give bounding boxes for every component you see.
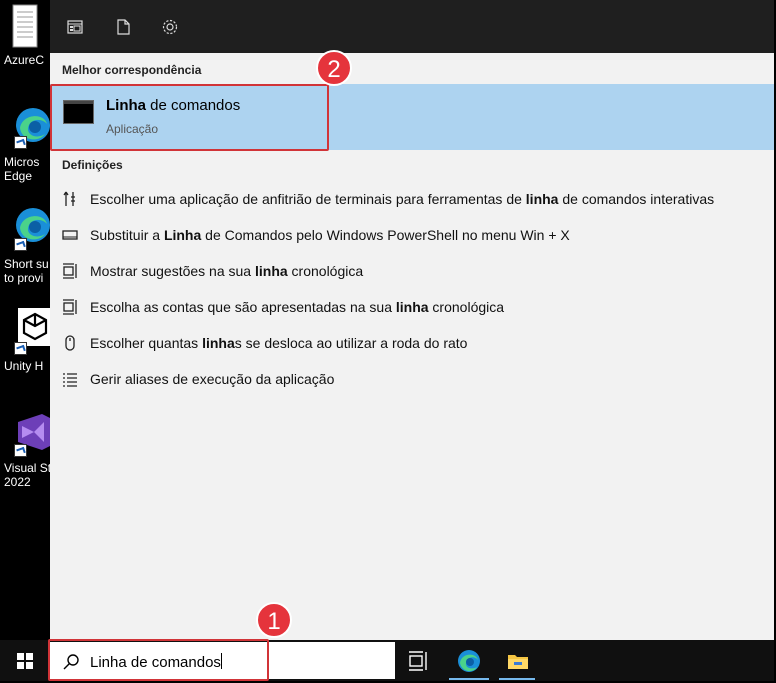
search-top-bar	[50, 0, 774, 53]
settings-item-text: Escolher quantas linhas se desloca ao ut…	[90, 335, 467, 351]
windows-start-icon[interactable]	[16, 652, 34, 670]
text-post: cronológica	[287, 263, 364, 279]
text-pre: Escolher uma aplicação de anfitrião de t…	[90, 191, 526, 207]
text-pre: Gerir aliases de execução da aplicação	[90, 371, 335, 387]
shortcut-arrow-icon	[14, 136, 27, 149]
running-indicator	[499, 678, 535, 680]
documents-icon[interactable]	[114, 18, 132, 36]
document-icon	[12, 4, 38, 48]
annotation-badge-2: 2	[316, 50, 352, 86]
match-term: Linha	[163, 227, 202, 243]
text-pre: Escolher quantas	[90, 335, 203, 351]
match-term: linha	[254, 263, 288, 279]
highlight-box-2	[50, 84, 329, 151]
settings-item-terminal-host[interactable]: Escolher uma aplicação de anfitrião de t…	[50, 181, 774, 217]
match-term: linha	[395, 299, 429, 315]
shortcut-arrow-icon	[14, 238, 27, 251]
timeline-icon	[63, 299, 77, 315]
settings-item-app-execution-aliases[interactable]: Gerir aliases de execução da aplicação	[50, 361, 774, 397]
taskbar-icon	[62, 230, 78, 240]
desktop: AzureC Micros Edge Short su to provi Uni…	[0, 0, 52, 640]
running-indicator	[449, 678, 489, 680]
text-post: de Comandos pelo Windows PowerShell no m…	[201, 227, 570, 243]
highlight-box-1	[48, 639, 269, 681]
settings-item-timeline-suggestions[interactable]: Mostrar sugestões na sua linha cronológi…	[50, 253, 774, 289]
task-view-icon[interactable]	[405, 648, 431, 674]
search-results-panel: Melhor correspondência Linha de comandos…	[50, 0, 774, 640]
settings-item-mouse-scroll-lines[interactable]: Escolher quantas linhas se desloca ao ut…	[50, 325, 774, 361]
file-explorer-icon[interactable]	[505, 648, 531, 674]
timeline-icon	[63, 263, 77, 279]
settings-item-text: Escolha as contas que são apresentadas n…	[90, 299, 504, 315]
settings-item-text: Substituir a Linha de Comandos pelo Wind…	[90, 227, 570, 243]
text-post: de comandos interativas	[558, 191, 715, 207]
unity-icon	[18, 308, 52, 346]
settings-item-text: Mostrar sugestões na sua linha cronológi…	[90, 263, 363, 279]
text-post: s se desloca ao utilizar a roda do rato	[234, 335, 468, 351]
terminal-settings-icon	[63, 191, 75, 206]
settings-item-replace-powershell[interactable]: Substituir a Linha de Comandos pelo Wind…	[50, 217, 774, 253]
shortcut-arrow-icon	[14, 342, 27, 355]
edge-icon[interactable]	[456, 648, 482, 674]
apps-icon[interactable]	[66, 18, 84, 36]
match-term: linha	[525, 191, 559, 207]
shortcut-arrow-icon	[14, 444, 27, 457]
list-icon	[63, 373, 77, 387]
settings-item-text: Gerir aliases de execução da aplicação	[90, 371, 334, 387]
mouse-icon	[65, 335, 75, 351]
settings-item-text: Escolher uma aplicação de anfitrião de t…	[90, 191, 714, 207]
settings-header: Definições	[62, 158, 123, 172]
text-post: cronológica	[428, 299, 505, 315]
settings-gear-icon[interactable]	[161, 18, 179, 36]
text-pre: Substituir a	[90, 227, 164, 243]
settings-item-timeline-accounts[interactable]: Escolha as contas que são apresentadas n…	[50, 289, 774, 325]
match-term: linha	[202, 335, 235, 351]
text-pre: Escolha as contas que são apresentadas n…	[90, 299, 396, 315]
best-match-header: Melhor correspondência	[62, 63, 202, 77]
text-pre: Mostrar sugestões na sua	[90, 263, 255, 279]
annotation-badge-1: 1	[256, 602, 292, 638]
